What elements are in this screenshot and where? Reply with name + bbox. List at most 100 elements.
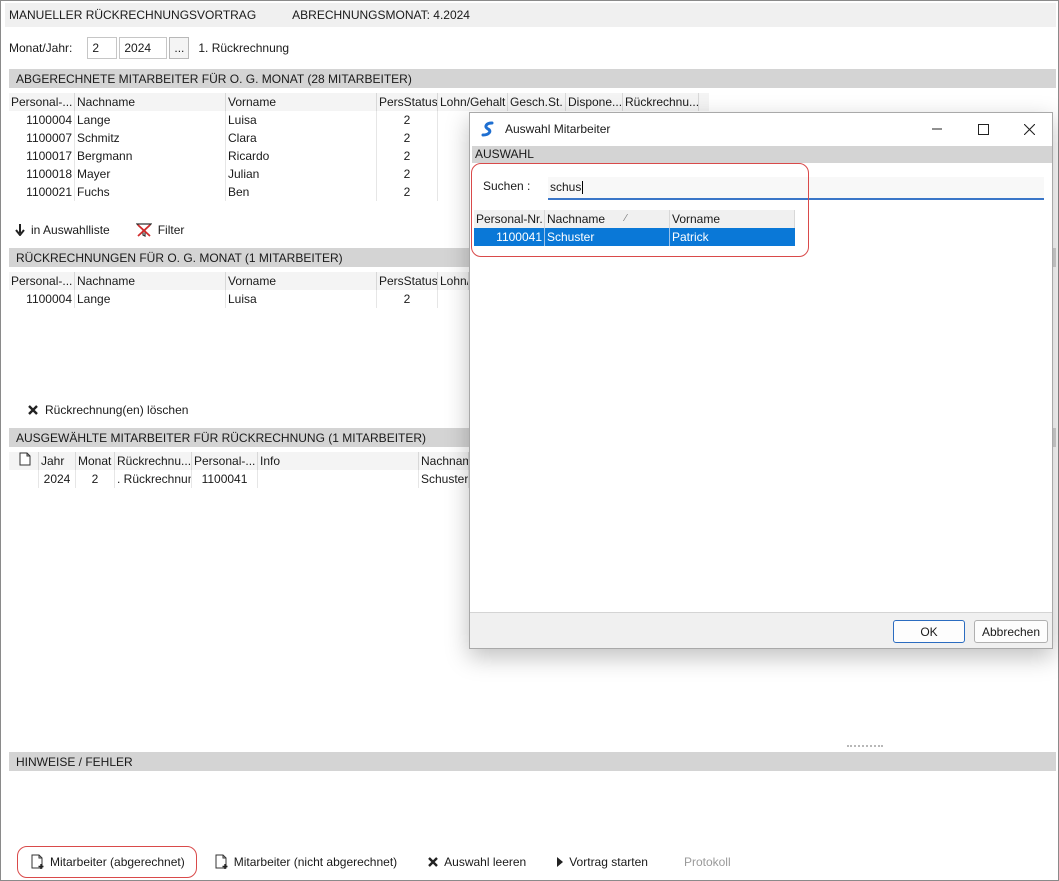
document-icon bbox=[19, 452, 30, 466]
col-vorname[interactable]: Vorname bbox=[226, 272, 377, 290]
cell-vorname: Julian bbox=[226, 165, 377, 183]
col-rueckrechnung[interactable]: Rückrechnu... bbox=[623, 93, 699, 111]
col-personal[interactable]: Personal-... bbox=[192, 452, 258, 470]
add-to-selection-button[interactable]: in Auswahlliste bbox=[15, 223, 110, 237]
cell-vorname: Luisa bbox=[226, 290, 377, 308]
search-label: Suchen : bbox=[483, 179, 531, 193]
search-input[interactable]: schus bbox=[548, 177, 1044, 200]
col-monat[interactable]: Monat bbox=[76, 452, 115, 470]
dialog-results-grid: Personal-Nr. Nachname ⁄ Vorname 1100041 S… bbox=[474, 210, 1050, 610]
select-employee-dialog: Auswahl Mitarbeiter AUSWAHL Suchen : sch… bbox=[469, 112, 1053, 649]
add-to-selection-label: in Auswahlliste bbox=[31, 223, 110, 237]
col-nachname[interactable]: Nachname bbox=[75, 272, 226, 290]
dialog-title: Auswahl Mitarbeiter bbox=[505, 122, 611, 136]
cell-personal: 1100018 bbox=[9, 165, 75, 183]
protocol-label: Protokoll bbox=[683, 855, 731, 869]
cell-personal: 1100004 bbox=[9, 111, 75, 129]
window-controls bbox=[914, 117, 1052, 141]
cell-status: 2 bbox=[377, 183, 438, 201]
cell-personal: 1100041 bbox=[192, 470, 258, 488]
col-nachname[interactable]: Nachnam bbox=[419, 452, 469, 470]
col-persstatus[interactable]: PersStatus bbox=[377, 272, 438, 290]
cell-nachname: Fuchs bbox=[75, 183, 226, 201]
col-lohn[interactable]: Lohn/Gehalt bbox=[438, 93, 508, 111]
col-vorname[interactable]: Vorname bbox=[670, 210, 795, 228]
col-personal-nr[interactable]: Personal-Nr. bbox=[474, 210, 545, 228]
play-icon bbox=[557, 857, 564, 867]
col-dispo[interactable]: Dispone... bbox=[566, 93, 623, 111]
col-jahr[interactable]: Jahr bbox=[39, 452, 76, 470]
notes-section-header: HINWEISE / FEHLER bbox=[9, 752, 1056, 771]
sort-icon: ⁄ bbox=[625, 213, 627, 224]
col-personal[interactable]: Personal-... bbox=[9, 93, 75, 111]
title-bar: MANUELLER RÜCKRECHNUNGSVORTRAG ABRECHNUN… bbox=[5, 3, 1056, 27]
cell-nachname: Mayer bbox=[75, 165, 226, 183]
col-vorname[interactable]: Vorname bbox=[226, 93, 377, 111]
employee-billed-button[interactable]: Mitarbeiter (abgerechnet) bbox=[31, 854, 185, 870]
dialog-section-header: AUSWAHL bbox=[472, 146, 1052, 163]
clear-selection-button[interactable]: Auswahl leeren bbox=[427, 855, 526, 869]
selected-grid: Jahr Monat Rückrechnu... Personal-... In… bbox=[9, 452, 469, 488]
table-row[interactable]: 2024 2 . Rückrechnun 1100041 Schuster bbox=[9, 470, 469, 488]
col-info[interactable]: Info bbox=[258, 452, 419, 470]
col-personal[interactable]: Personal-... bbox=[9, 272, 75, 290]
cell-vorname: Ricardo bbox=[226, 147, 377, 165]
search-value: schus bbox=[550, 180, 582, 194]
employee-unbilled-label: Mitarbeiter (nicht abgerechnet) bbox=[233, 855, 398, 869]
ok-button[interactable]: OK bbox=[893, 620, 965, 643]
protocol-button[interactable]: Protokoll bbox=[684, 855, 731, 869]
filter-off-icon bbox=[135, 223, 152, 237]
delete-recalc-button[interactable]: Rückrechnung(en) löschen bbox=[27, 403, 188, 417]
cell-status: 2 bbox=[377, 129, 438, 147]
filter-button[interactable]: Filter bbox=[135, 223, 185, 237]
cancel-button[interactable]: Abbrechen bbox=[974, 620, 1048, 643]
recalc-toolbar: Rückrechnung(en) löschen bbox=[27, 399, 214, 421]
close-icon bbox=[28, 405, 38, 415]
period-browse-button[interactable]: ... bbox=[169, 37, 190, 59]
col-rueckrechnung[interactable]: Rückrechnu... bbox=[115, 452, 192, 470]
minimize-icon bbox=[932, 128, 942, 130]
start-button[interactable]: Vortrag starten bbox=[556, 855, 648, 869]
cell-doc bbox=[9, 470, 39, 488]
table-row[interactable]: 1100004 Lange Luisa 2 bbox=[9, 290, 469, 308]
splitter-handle[interactable] bbox=[847, 745, 883, 749]
cell-nachname: Schmitz bbox=[75, 129, 226, 147]
close-button[interactable] bbox=[1006, 117, 1052, 141]
run-label: 1. Rückrechnung bbox=[198, 41, 290, 55]
employee-unbilled-button[interactable]: Mitarbeiter (nicht abgerechnet) bbox=[215, 854, 397, 870]
clear-selection-label: Auswahl leeren bbox=[444, 855, 527, 869]
cell-personal: 1100021 bbox=[9, 183, 75, 201]
maximize-button[interactable] bbox=[960, 117, 1006, 141]
dialog-footer: OK Abbrechen bbox=[470, 612, 1052, 648]
col-persstatus[interactable]: PersStatus bbox=[377, 93, 438, 111]
cell-status: 2 bbox=[377, 111, 438, 129]
cell-nachname: Schuster bbox=[421, 470, 469, 488]
cell-status: 2 bbox=[377, 165, 438, 183]
col-nachname[interactable]: Nachname ⁄ bbox=[545, 210, 670, 228]
col-doc[interactable] bbox=[9, 452, 39, 470]
cell-monat: 2 bbox=[76, 470, 115, 488]
cell-nachname: Lange bbox=[75, 290, 226, 308]
period-label: Monat/Jahr: bbox=[9, 41, 73, 55]
cell-vorname: Patrick bbox=[672, 230, 709, 244]
col-nachname[interactable]: Nachname bbox=[75, 93, 226, 111]
employee-billed-label: Mitarbeiter (abgerechnet) bbox=[50, 855, 185, 869]
cell-nachname: Lange bbox=[75, 111, 226, 129]
bottom-toolbar: Mitarbeiter (abgerechnet) Mitarbeiter (n… bbox=[21, 849, 761, 875]
month-input[interactable]: 2 bbox=[87, 37, 118, 59]
cell-rueckrechnung: . Rückrechnun bbox=[117, 470, 192, 488]
minimize-button[interactable] bbox=[914, 117, 960, 141]
table-row[interactable]: 1100041 Schuster Patrick bbox=[474, 228, 795, 246]
year-input[interactable]: 2024 bbox=[119, 37, 168, 59]
filter-label: Filter bbox=[157, 223, 185, 237]
recalc-grid-header: Personal-... Nachname Vorname PersStatus… bbox=[9, 272, 469, 290]
arrow-down-icon bbox=[15, 224, 25, 236]
selected-grid-header: Jahr Monat Rückrechnu... Personal-... In… bbox=[9, 452, 469, 470]
cell-status: 2 bbox=[377, 290, 438, 308]
close-icon bbox=[1023, 123, 1035, 135]
col-lohn[interactable]: Lohn/ bbox=[438, 272, 469, 290]
billed-toolbar: in Auswahlliste Filter bbox=[15, 219, 210, 241]
col-geschst[interactable]: Gesch.St. bbox=[508, 93, 566, 111]
start-label: Vortrag starten bbox=[569, 855, 648, 869]
cell-vorname: Luisa bbox=[226, 111, 377, 129]
